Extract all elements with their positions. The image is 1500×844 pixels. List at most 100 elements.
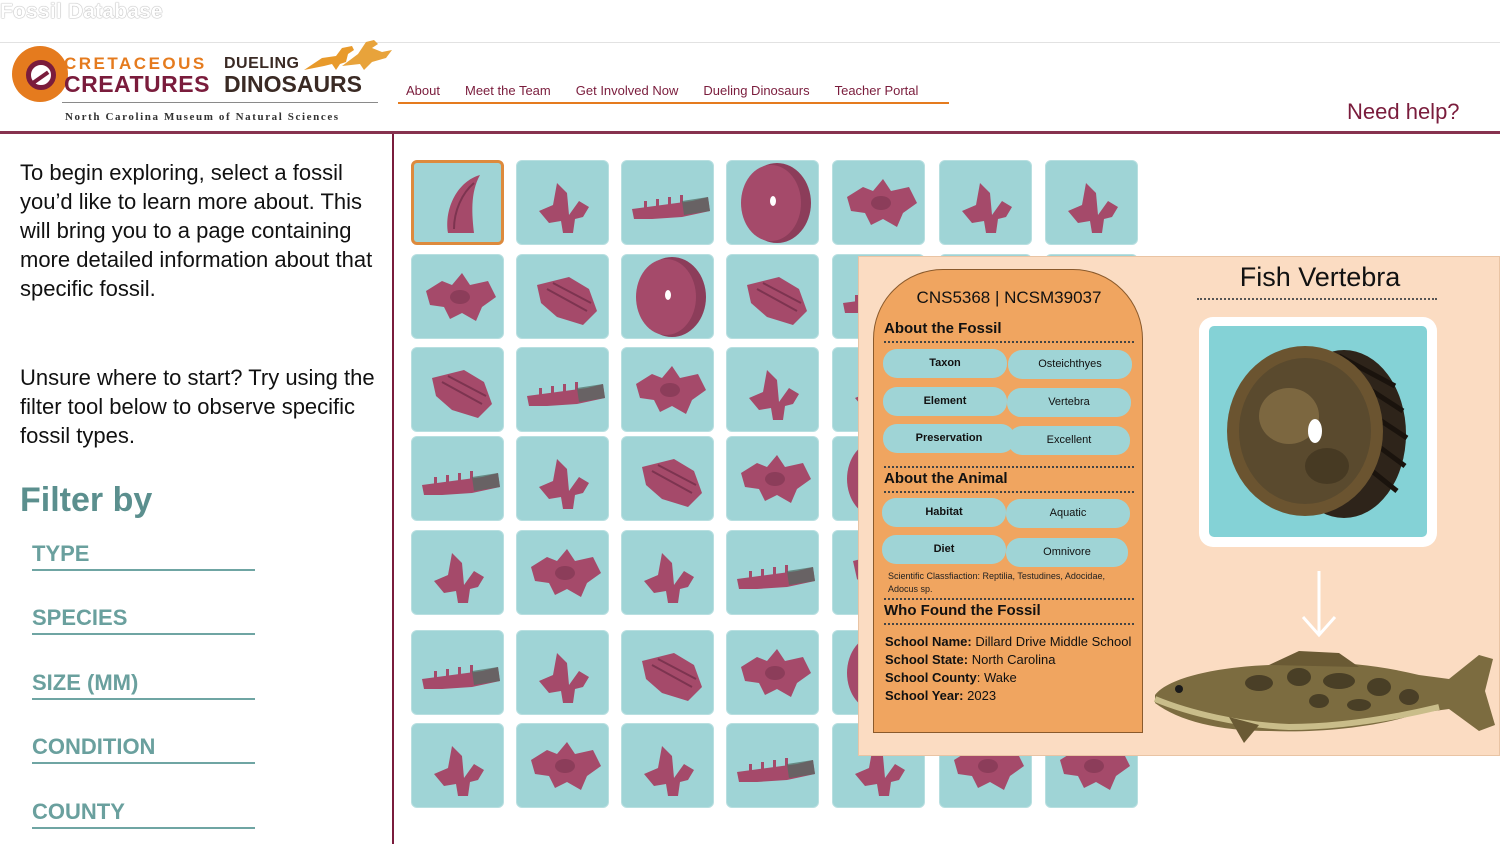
jaw-frag-fossil-icon xyxy=(749,370,799,420)
filter-type[interactable]: TYPE xyxy=(32,541,255,571)
hint-text: Unsure where to start? Try using the fil… xyxy=(20,365,375,448)
vertebra-photo-icon xyxy=(1227,346,1409,518)
fossil-tile[interactable] xyxy=(726,254,819,339)
fossil-tile[interactable] xyxy=(621,436,714,521)
fossil-tile[interactable] xyxy=(516,723,609,808)
fossil-tile[interactable] xyxy=(726,530,819,615)
school-county: : Wake xyxy=(976,670,1017,685)
bone-star-fossil-icon xyxy=(426,273,496,321)
fossil-tile[interactable] xyxy=(726,630,819,715)
taxon-value: Osteichthyes xyxy=(1008,350,1132,379)
element-value: Vertebra xyxy=(1007,388,1131,417)
dotted-divider xyxy=(884,623,1134,625)
finder-info: School Name: Dillard Drive Middle School… xyxy=(885,633,1135,705)
fossil-tile[interactable] xyxy=(621,254,714,339)
fossil-tile[interactable] xyxy=(516,630,609,715)
school-year: 2023 xyxy=(967,688,997,703)
bone-star-fossil-icon xyxy=(531,742,601,790)
plate-fossil-icon xyxy=(642,459,702,507)
fossil-tile[interactable] xyxy=(726,347,819,432)
logo-dinosaurs: DINOSAURS xyxy=(224,71,363,97)
jaw-frag-fossil-icon xyxy=(644,553,694,603)
filter-county[interactable]: COUNTY xyxy=(32,799,255,829)
jaw-frag-fossil-icon xyxy=(434,553,484,603)
intro-text: To begin exploring, select a fossil you’… xyxy=(20,160,373,301)
fossil-tile[interactable] xyxy=(411,436,504,521)
nav-about[interactable]: About xyxy=(398,83,448,102)
who-found-heading: Who Found the Fossil xyxy=(884,602,1041,619)
vertebra-fossil-icon xyxy=(636,257,706,337)
plate-fossil-icon xyxy=(432,370,492,418)
jaw-frag-fossil-icon xyxy=(539,653,589,703)
habitat-value: Aquatic xyxy=(1006,499,1130,528)
jawbone-fossil-icon xyxy=(422,665,500,689)
fossil-tile[interactable] xyxy=(516,347,609,432)
about-animal-heading: About the Animal xyxy=(884,470,1008,487)
fossil-tile[interactable] xyxy=(516,436,609,521)
plate-fossil-icon xyxy=(747,277,807,325)
school-state: North Carolina xyxy=(971,652,1056,667)
filter-species[interactable]: SPECIES xyxy=(32,605,255,635)
bone-star-fossil-icon xyxy=(741,649,811,697)
fossil-tile[interactable] xyxy=(516,160,609,245)
school-year-label: School Year: xyxy=(885,688,964,703)
fossil-tile[interactable] xyxy=(621,630,714,715)
filter-size[interactable]: SIZE (MM) xyxy=(32,670,255,700)
dinosaur-silhouette-icon xyxy=(304,40,392,70)
bone-star-fossil-icon xyxy=(636,366,706,414)
logo-creatures: CREATURES xyxy=(64,71,210,97)
jawbone-fossil-icon xyxy=(422,471,500,495)
fossil-tile[interactable] xyxy=(411,347,504,432)
nav-get-involved[interactable]: Get Involved Now xyxy=(568,83,687,102)
habitat-key: Habitat xyxy=(882,498,1006,527)
nav-teacher-portal[interactable]: Teacher Portal xyxy=(827,83,927,102)
jaw-frag-fossil-icon xyxy=(434,746,484,796)
diet-value: Omnivore xyxy=(1006,538,1128,567)
bone-star-fossil-icon xyxy=(741,455,811,503)
fossil-tile[interactable] xyxy=(621,723,714,808)
preservation-key: Preservation xyxy=(883,424,1015,453)
school-state-label: School State: xyxy=(885,652,969,667)
filter-condition[interactable]: CONDITION xyxy=(32,734,255,764)
fossil-tile[interactable] xyxy=(621,347,714,432)
dotted-divider xyxy=(884,341,1134,343)
logo-museum: North Carolina Museum of Natural Science… xyxy=(65,111,340,123)
fossil-tile[interactable] xyxy=(621,530,714,615)
fossil-tile[interactable] xyxy=(832,160,925,245)
fossil-tile[interactable] xyxy=(516,530,609,615)
school-county-label: School County xyxy=(885,670,977,685)
fossil-tile[interactable] xyxy=(726,436,819,521)
arrow-down-icon xyxy=(1301,571,1337,638)
school-name-label: School Name: xyxy=(885,634,972,649)
fossil-tile[interactable] xyxy=(411,160,504,245)
logo-emblem-icon xyxy=(12,46,68,102)
help-link[interactable]: Need help? xyxy=(1347,99,1460,125)
fossil-photo xyxy=(1209,326,1427,537)
fossil-tile[interactable] xyxy=(411,723,504,808)
jawbone-fossil-icon xyxy=(527,382,605,406)
fossil-tile[interactable] xyxy=(726,160,819,245)
sidebar-divider xyxy=(392,134,394,844)
preservation-value: Excellent xyxy=(1008,426,1130,455)
fossil-tile[interactable] xyxy=(939,160,1032,245)
fossil-photo-frame xyxy=(1199,317,1437,547)
fossil-tile[interactable] xyxy=(1045,160,1138,245)
fossil-tile[interactable] xyxy=(516,254,609,339)
filter-title: Filter by xyxy=(20,481,153,519)
site-logo[interactable]: CRETACEOUS CREATURES DUELING DINOSAURS N… xyxy=(10,40,392,130)
vertebra-fossil-icon xyxy=(741,163,811,243)
fossil-tile[interactable] xyxy=(411,630,504,715)
fossil-info-card: CNS5368 | NCSM39037 About the Fossil Tax… xyxy=(873,269,1143,733)
fossil-tile[interactable] xyxy=(411,254,504,339)
jawbone-fossil-icon xyxy=(632,195,710,219)
fossil-tile[interactable] xyxy=(621,160,714,245)
top-divider xyxy=(0,42,1500,43)
diet-key: Diet xyxy=(882,535,1006,564)
plate-fossil-icon xyxy=(642,653,702,701)
nav-meet-the-team[interactable]: Meet the Team xyxy=(457,83,559,102)
specimen-id: CNS5368 | NCSM39037 xyxy=(916,288,1102,307)
scientific-classification: Scientific Classfiaction: Reptilia, Test… xyxy=(888,571,1105,594)
fossil-tile[interactable] xyxy=(411,530,504,615)
fossil-tile[interactable] xyxy=(726,723,819,808)
nav-dueling-dinosaurs[interactable]: Dueling Dinosaurs xyxy=(695,83,817,102)
